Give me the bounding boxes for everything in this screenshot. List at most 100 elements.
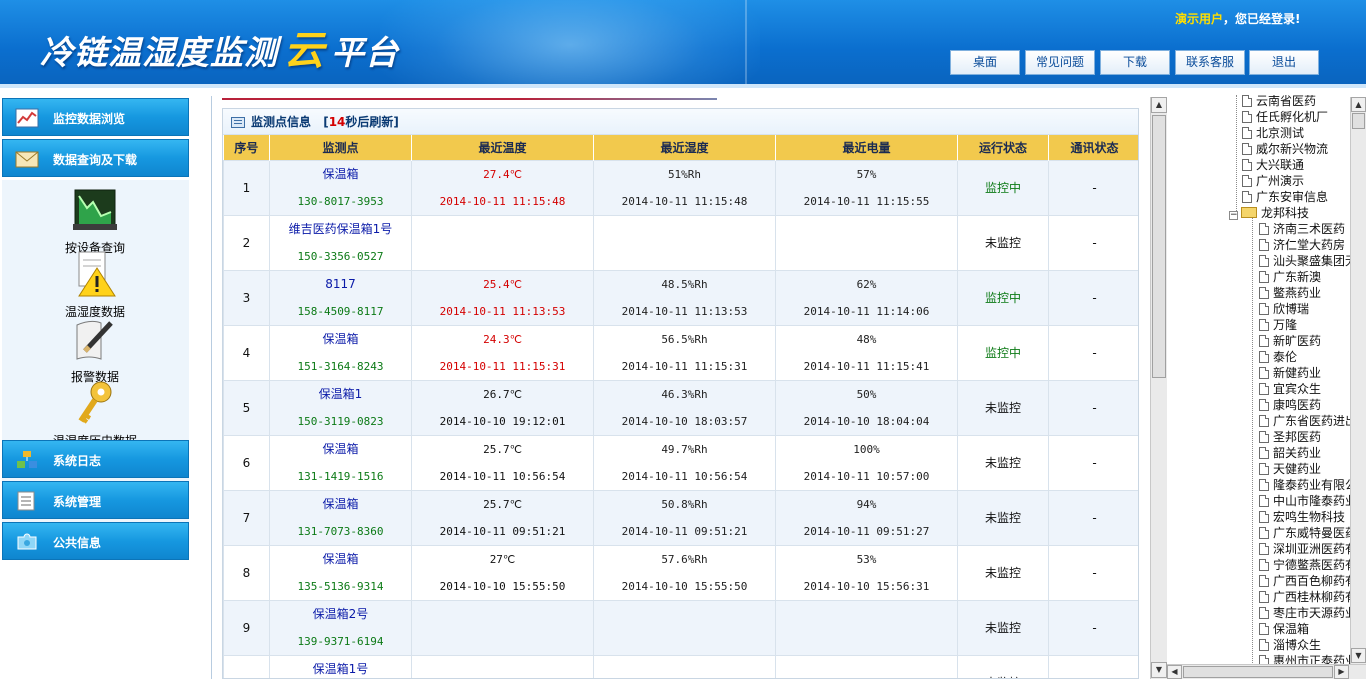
tool-temp-humidity-data[interactable]: 温湿度数据 [40, 250, 150, 320]
tool-alarm-data[interactable]: 报警数据 [40, 315, 150, 385]
tree-item[interactable]: 鳖燕药业 [1259, 284, 1321, 300]
point-cell[interactable]: 8117 158-4509-8117 [269, 269, 412, 326]
scroll-left-arrow-icon[interactable]: ◀ [1167, 665, 1182, 679]
point-name[interactable]: 保温箱 [270, 546, 411, 573]
point-name[interactable]: 保温箱 [270, 491, 411, 518]
tool-history-data[interactable]: 温湿度历史数据 [40, 379, 150, 449]
tree-item[interactable]: 宜宾众生 [1259, 380, 1321, 396]
point-cell[interactable]: 保温箱 130-8017-3953 [269, 159, 412, 216]
tree-item[interactable]: 隆泰药业有限公 [1259, 476, 1350, 492]
tree-item[interactable]: 深圳亚洲医药有 [1259, 540, 1350, 556]
point-cell[interactable]: 保温箱 135-5136-9314 [269, 544, 412, 601]
file-icon [1242, 175, 1252, 187]
table-row[interactable]: 3 8117 158-4509-8117 25.4℃ 2014-10-11 11:13:… [223, 269, 1138, 326]
point-name[interactable]: 8117 [270, 271, 411, 298]
point-cell[interactable]: 维吉医药保温箱1号 150-3356-0527 [269, 214, 412, 271]
file-icon [1259, 543, 1269, 555]
scroll-down-arrow-icon[interactable]: ▼ [1151, 662, 1167, 678]
point-name[interactable]: 保温箱 [270, 161, 411, 188]
tree-item[interactable]: 北京测试 [1242, 124, 1304, 140]
tree-item[interactable]: 宏鸣生物科技 [1259, 508, 1345, 524]
tree-item[interactable]: 威尔新兴物流 [1242, 140, 1328, 156]
scroll-up-arrow-icon[interactable]: ▲ [1351, 97, 1366, 112]
point-name[interactable]: 保温箱1号 [270, 656, 411, 679]
point-cell[interactable]: 保温箱 151-3164-8243 [269, 324, 412, 381]
tree-item[interactable]: 泰伦 [1259, 348, 1297, 364]
nav-logout-button[interactable]: 退出 [1249, 50, 1319, 75]
tree-item[interactable]: 新旷医药 [1259, 332, 1321, 348]
table-row[interactable]: 9 保温箱2号 139-9371-6194 未监控 - [223, 599, 1138, 656]
tree-item[interactable]: 淄博众生 [1259, 636, 1321, 652]
table-row[interactable]: 10 保温箱1号 未监控 - [223, 654, 1138, 679]
table-row[interactable]: 2 维吉医药保温箱1号 150-3356-0527 未监控 - [223, 214, 1138, 271]
table-row[interactable]: 5 保温箱1 150-3119-0823 26.7℃ 2014-10-10 19:12:… [223, 379, 1138, 436]
menu-public-info[interactable]: 公共信息 [2, 522, 189, 560]
point-name[interactable]: 保温箱 [270, 326, 411, 353]
point-cell[interactable]: 保温箱2号 139-9371-6194 [269, 599, 412, 656]
point-cell[interactable]: 保温箱1 150-3119-0823 [269, 379, 412, 436]
temp-cell [411, 214, 594, 271]
tree-vscrollbar[interactable]: ▲ ▼ [1350, 97, 1366, 665]
file-icon [1259, 415, 1269, 427]
tree-item[interactable]: 康鸣医药 [1259, 396, 1321, 412]
tree-item[interactable]: 广西桂林柳药有 [1259, 588, 1350, 604]
tree-item[interactable]: 广州演示 [1242, 172, 1304, 188]
tree-item[interactable]: 广东省医药进出 [1259, 412, 1350, 428]
nav-desktop-button[interactable]: 桌面 [950, 50, 1020, 75]
tree-item[interactable]: 云南省医药 [1242, 95, 1316, 108]
tree-item[interactable]: 任氏孵化机厂 [1242, 108, 1328, 124]
tree-item[interactable]: 广西百色柳药有 [1259, 572, 1350, 588]
nav-download-button[interactable]: 下载 [1100, 50, 1170, 75]
tree-item[interactable]: 新健药业 [1259, 364, 1321, 380]
table-row[interactable]: 4 保温箱 151-3164-8243 24.3℃ 2014-10-11 11:15:3… [223, 324, 1138, 381]
scroll-right-arrow-icon[interactable]: ▶ [1334, 665, 1349, 679]
point-name[interactable]: 保温箱1 [270, 381, 411, 408]
temp-cell: 25.4℃ 2014-10-11 11:13:53 [411, 269, 594, 326]
point-cell[interactable]: 保温箱1号 [269, 654, 412, 679]
point-name[interactable]: 保温箱2号 [270, 601, 411, 628]
menu-label: 公共信息 [53, 536, 102, 550]
table-row[interactable]: 7 保温箱 131-7073-8360 25.7℃ 2014-10-11 09:51:2… [223, 489, 1138, 546]
scroll-up-arrow-icon[interactable]: ▲ [1151, 97, 1167, 113]
humidity-time: 2014-10-11 10:56:54 [621, 469, 748, 483]
nav-support-button[interactable]: 联系客服 [1175, 50, 1245, 75]
point-name[interactable]: 维吉医药保温箱1号 [270, 216, 411, 243]
tree-item[interactable]: 保温箱 [1259, 620, 1309, 636]
table-row[interactable]: 8 保温箱 135-5136-9314 27℃ 2014-10-10 15:55:50 5… [223, 544, 1138, 601]
tree-item[interactable]: 汕头聚盛集团无 [1259, 252, 1350, 268]
scroll-thumb[interactable] [1352, 113, 1365, 129]
menu-system-log[interactable]: 系统日志 [2, 440, 189, 478]
tree-item[interactable]: 广东安审信息 [1242, 188, 1328, 204]
tree-item[interactable]: 万隆 [1259, 316, 1297, 332]
tree-item[interactable]: 韶关药业 [1259, 444, 1321, 460]
tree-item[interactable]: 广东威特曼医药 [1259, 524, 1350, 540]
tree-item[interactable]: 广东新澳 [1259, 268, 1321, 284]
scroll-thumb[interactable] [1152, 115, 1166, 378]
content-scrollbar[interactable]: ▲ ▼ [1150, 97, 1167, 679]
tree-item[interactable]: 济仁堂大药房 [1259, 236, 1345, 252]
table-row[interactable]: 6 保温箱 131-1419-1516 25.7℃ 2014-10-11 10:56:5… [223, 434, 1138, 491]
menu-system-manage[interactable]: 系统管理 [2, 481, 189, 519]
tree-group[interactable]: − 龙邦科技 [1229, 204, 1309, 220]
tree-item[interactable]: 济南三术医药 [1259, 220, 1345, 236]
point-name[interactable]: 保温箱 [270, 436, 411, 463]
tree-item[interactable]: 枣庄市天源药业 [1259, 604, 1350, 620]
tool-query-by-device[interactable]: 按设备查询 [40, 186, 150, 256]
tree-item[interactable]: 欣博瑞 [1259, 300, 1309, 316]
tree-item[interactable]: 中山市隆泰药业 [1259, 492, 1350, 508]
tree-item[interactable]: 大兴联通 [1242, 156, 1304, 172]
scroll-thumb[interactable] [1183, 666, 1333, 678]
scroll-down-arrow-icon[interactable]: ▼ [1351, 648, 1366, 663]
nav-faq-button[interactable]: 常见问题 [1025, 50, 1095, 75]
menu-monitor-browse[interactable]: 监控数据浏览 [2, 98, 189, 136]
tree-hscrollbar[interactable]: ◀ ▶ [1167, 664, 1366, 679]
table-row[interactable]: 1 保温箱 130-8017-3953 27.4℃ 2014-10-11 11:15:4… [223, 159, 1138, 216]
collapse-icon[interactable]: − [1229, 211, 1238, 220]
temp-time: 2014-10-11 11:15:31 [439, 359, 566, 373]
tree-item[interactable]: 宁德鳖燕医药有 [1259, 556, 1350, 572]
point-cell[interactable]: 保温箱 131-1419-1516 [269, 434, 412, 491]
menu-data-query[interactable]: 数据查询及下载 [2, 139, 189, 177]
point-cell[interactable]: 保温箱 131-7073-8360 [269, 489, 412, 546]
tree-item[interactable]: 天健药业 [1259, 460, 1321, 476]
tree-item[interactable]: 圣邦医药 [1259, 428, 1321, 444]
